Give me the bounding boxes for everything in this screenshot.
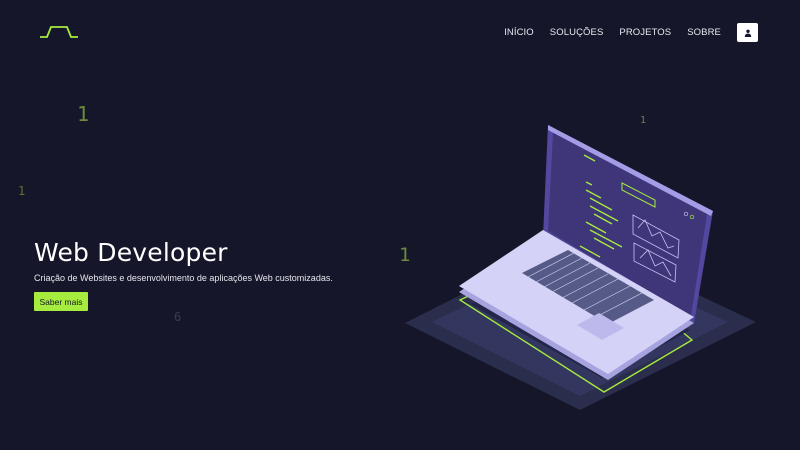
nav-link-projetos[interactable]: PROJETOS bbox=[619, 23, 671, 42]
nav-link-inicio[interactable]: INÍCIO bbox=[504, 23, 534, 42]
user-account-button[interactable] bbox=[737, 23, 758, 42]
main-nav: INÍCIO SOLUÇÕES PROJETOS SOBRE bbox=[504, 23, 758, 42]
hero-subtitle: Criação de Websites e desenvolvimento de… bbox=[34, 273, 333, 283]
user-icon bbox=[744, 29, 751, 37]
isometric-laptop-illustration bbox=[405, 125, 756, 410]
hero-title: Web Developer bbox=[34, 238, 228, 267]
nav-link-solucoes[interactable]: SOLUÇÕES bbox=[550, 23, 604, 42]
nav-link-sobre[interactable]: SOBRE bbox=[687, 23, 721, 42]
background-digit: 1 bbox=[18, 184, 26, 198]
background-digit: 6 bbox=[174, 310, 182, 324]
brand-logo[interactable] bbox=[38, 24, 80, 40]
saber-mais-button[interactable]: Saber mais bbox=[34, 292, 88, 311]
background-digit: 1 bbox=[77, 102, 90, 126]
